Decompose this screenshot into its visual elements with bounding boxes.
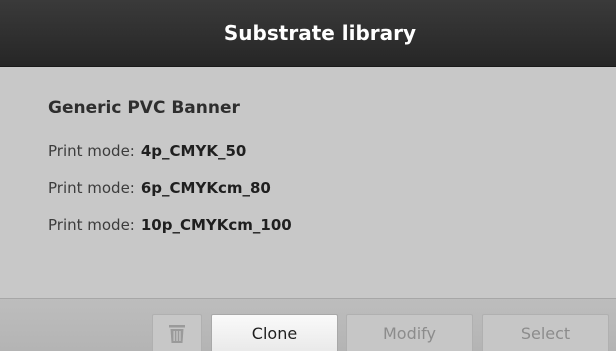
- print-mode-row: Print mode: 4p_CMYK_50: [48, 142, 246, 160]
- print-mode-row: Print mode: 6p_CMYKcm_80: [48, 179, 271, 197]
- modify-button[interactable]: Modify: [346, 314, 473, 351]
- substrate-name: Generic PVC Banner: [48, 98, 240, 118]
- print-mode-value: 10p_CMYKcm_100: [140, 216, 292, 234]
- print-mode-value: 6p_CMYKcm_80: [140, 179, 271, 197]
- print-mode-row: Print mode: 10p_CMYKcm_100: [48, 216, 292, 234]
- window-title: Substrate library: [223, 21, 417, 45]
- print-mode-label: Print mode:: [48, 216, 135, 234]
- select-button[interactable]: Select: [482, 314, 609, 351]
- print-mode-label: Print mode:: [48, 179, 135, 197]
- action-bar: Clone Modify Select: [0, 298, 616, 351]
- substrate-details-panel: Generic PVC Banner Print mode: 4p_CMYK_50…: [0, 68, 616, 298]
- title-bar: Substrate library: [0, 0, 616, 67]
- print-mode-value: 4p_CMYK_50: [140, 142, 247, 160]
- print-mode-label: Print mode:: [48, 142, 135, 160]
- trash-icon: [169, 324, 185, 343]
- delete-button[interactable]: [152, 314, 202, 351]
- clone-button[interactable]: Clone: [211, 314, 338, 351]
